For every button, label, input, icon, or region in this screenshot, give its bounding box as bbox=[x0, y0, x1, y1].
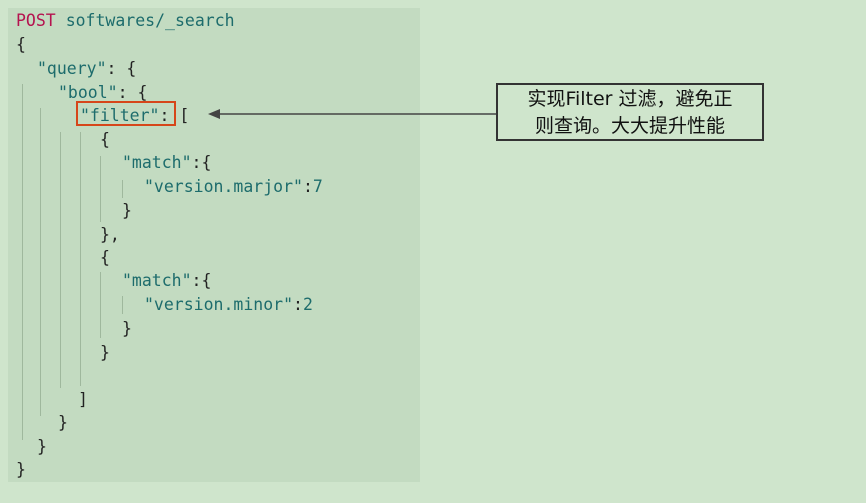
annotation-callout: 实现Filter 过滤，避免正 则查询。大大提升性能 bbox=[496, 83, 764, 141]
callout-arrow bbox=[208, 109, 496, 119]
arrow-head bbox=[208, 109, 220, 119]
callout-line-1: 实现Filter 过滤，避免正 bbox=[527, 88, 733, 110]
callout-line-2: 则查询。大大提升性能 bbox=[534, 115, 725, 137]
